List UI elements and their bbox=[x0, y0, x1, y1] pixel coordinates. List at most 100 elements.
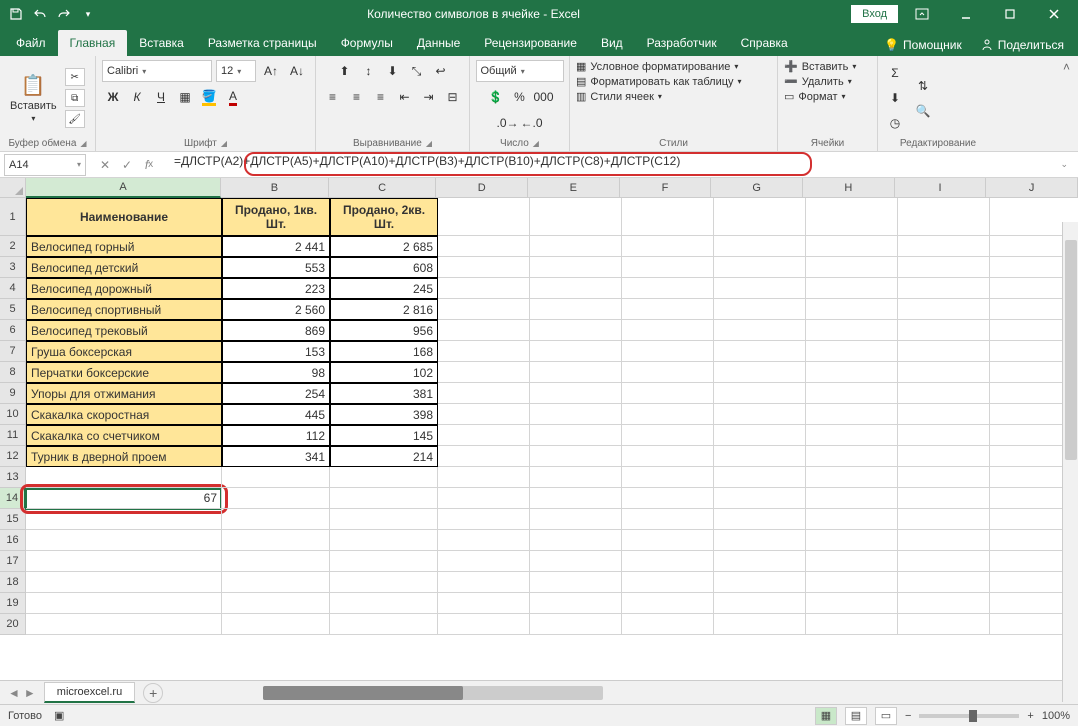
cell-B3[interactable]: 553 bbox=[222, 257, 330, 278]
cell[interactable] bbox=[898, 362, 990, 383]
shrink-font-icon[interactable]: A↓ bbox=[286, 60, 308, 82]
cell[interactable] bbox=[438, 278, 530, 299]
cell[interactable] bbox=[530, 383, 622, 404]
cell[interactable] bbox=[26, 572, 222, 593]
cell[interactable] bbox=[438, 551, 530, 572]
cell[interactable] bbox=[898, 467, 990, 488]
font-size-combo[interactable]: 12▾ bbox=[216, 60, 256, 82]
cell[interactable] bbox=[714, 257, 806, 278]
autosum-icon[interactable]: Σ bbox=[884, 62, 906, 84]
italic-button[interactable]: К bbox=[126, 86, 148, 108]
zoom-in-icon[interactable]: + bbox=[1027, 710, 1033, 722]
cell[interactable] bbox=[530, 278, 622, 299]
find-select-icon[interactable]: 🔍 bbox=[912, 100, 934, 122]
cell-C3[interactable]: 608 bbox=[330, 257, 438, 278]
cell[interactable] bbox=[438, 530, 530, 551]
cell-A5[interactable]: Велосипед спортивный bbox=[26, 299, 222, 320]
row-header-6[interactable]: 6 bbox=[0, 320, 26, 341]
cell[interactable] bbox=[438, 425, 530, 446]
dialog-launcher-icon[interactable]: ◢ bbox=[80, 139, 86, 148]
tab-help[interactable]: Справка bbox=[729, 30, 800, 56]
cell[interactable] bbox=[898, 614, 990, 635]
cell-A14[interactable]: 67 bbox=[26, 488, 222, 509]
sheet-nav-prev-icon[interactable]: ◄ bbox=[8, 686, 20, 700]
cell[interactable] bbox=[222, 488, 330, 509]
sheet-tab[interactable]: microexcel.ru bbox=[44, 682, 135, 703]
fill-icon[interactable]: ⬇ bbox=[884, 87, 906, 109]
cell-A3[interactable]: Велосипед детский bbox=[26, 257, 222, 278]
cell[interactable] bbox=[622, 530, 714, 551]
cell[interactable] bbox=[330, 593, 438, 614]
cell[interactable] bbox=[26, 614, 222, 635]
decrease-decimal-icon[interactable]: ←.0 bbox=[521, 112, 543, 134]
save-icon[interactable] bbox=[8, 6, 24, 22]
cell[interactable] bbox=[438, 383, 530, 404]
row-header-8[interactable]: 8 bbox=[0, 362, 26, 383]
cell[interactable] bbox=[222, 530, 330, 551]
font-name-combo[interactable]: Calibri▾ bbox=[102, 60, 212, 82]
cell[interactable] bbox=[530, 572, 622, 593]
row-header-19[interactable]: 19 bbox=[0, 593, 26, 614]
tab-insert[interactable]: Вставка bbox=[127, 30, 196, 56]
cell-B7[interactable]: 153 bbox=[222, 341, 330, 362]
cell-A8[interactable]: Перчатки боксерские bbox=[26, 362, 222, 383]
delete-cells-button[interactable]: ➖Удалить▾ bbox=[784, 75, 852, 88]
cell[interactable] bbox=[530, 198, 622, 236]
cell[interactable] bbox=[898, 572, 990, 593]
cell[interactable] bbox=[622, 446, 714, 467]
number-format-combo[interactable]: Общий▾ bbox=[476, 60, 564, 82]
select-all-button[interactable] bbox=[0, 178, 26, 198]
insert-function-icon[interactable]: fx bbox=[140, 156, 158, 174]
cell[interactable] bbox=[806, 551, 898, 572]
cell[interactable] bbox=[898, 383, 990, 404]
cell[interactable] bbox=[222, 551, 330, 572]
cell[interactable] bbox=[898, 488, 990, 509]
cell-C7[interactable]: 168 bbox=[330, 341, 438, 362]
cell[interactable] bbox=[530, 320, 622, 341]
cell-C8[interactable]: 102 bbox=[330, 362, 438, 383]
cell[interactable] bbox=[898, 551, 990, 572]
enter-formula-icon[interactable]: ✓ bbox=[118, 156, 136, 174]
percent-icon[interactable]: % bbox=[509, 86, 531, 108]
cell-C10[interactable]: 398 bbox=[330, 404, 438, 425]
cell-A11[interactable]: Скакалка со счетчиком bbox=[26, 425, 222, 446]
cell[interactable] bbox=[622, 404, 714, 425]
row-header-14[interactable]: 14 bbox=[0, 488, 26, 509]
align-top-icon[interactable]: ⬆ bbox=[334, 60, 356, 82]
cell[interactable] bbox=[714, 278, 806, 299]
cell[interactable] bbox=[622, 488, 714, 509]
cell[interactable] bbox=[622, 278, 714, 299]
tab-data[interactable]: Данные bbox=[405, 30, 472, 56]
cell[interactable] bbox=[330, 530, 438, 551]
cell[interactable] bbox=[622, 572, 714, 593]
login-button[interactable]: Вход bbox=[851, 5, 898, 23]
cell-C2[interactable]: 2 685 bbox=[330, 236, 438, 257]
row-header-7[interactable]: 7 bbox=[0, 341, 26, 362]
tab-file[interactable]: Файл bbox=[4, 30, 58, 56]
cell[interactable] bbox=[330, 509, 438, 530]
bold-button[interactable]: Ж bbox=[102, 86, 124, 108]
increase-indent-icon[interactable]: ⇥ bbox=[418, 86, 440, 108]
cell-C9[interactable]: 381 bbox=[330, 383, 438, 404]
align-right-icon[interactable]: ≡ bbox=[370, 86, 392, 108]
cell-A10[interactable]: Скакалка скоростная bbox=[26, 404, 222, 425]
row-header-13[interactable]: 13 bbox=[0, 467, 26, 488]
minimize-icon[interactable] bbox=[946, 0, 986, 28]
cell[interactable] bbox=[622, 236, 714, 257]
cell[interactable] bbox=[806, 404, 898, 425]
tab-developer[interactable]: Разработчик bbox=[635, 30, 729, 56]
cell[interactable] bbox=[622, 551, 714, 572]
align-left-icon[interactable]: ≡ bbox=[322, 86, 344, 108]
tab-review[interactable]: Рецензирование bbox=[472, 30, 589, 56]
cell[interactable] bbox=[530, 341, 622, 362]
cell[interactable] bbox=[438, 362, 530, 383]
borders-icon[interactable]: ▦ bbox=[174, 86, 196, 108]
cell-A4[interactable]: Велосипед дорожный bbox=[26, 278, 222, 299]
cell[interactable] bbox=[530, 509, 622, 530]
cell[interactable] bbox=[438, 593, 530, 614]
macro-record-icon[interactable]: ▣ bbox=[54, 709, 64, 722]
cell[interactable] bbox=[530, 446, 622, 467]
cell-B6[interactable]: 869 bbox=[222, 320, 330, 341]
decrease-indent-icon[interactable]: ⇤ bbox=[394, 86, 416, 108]
dialog-launcher-icon[interactable]: ◢ bbox=[533, 139, 539, 148]
